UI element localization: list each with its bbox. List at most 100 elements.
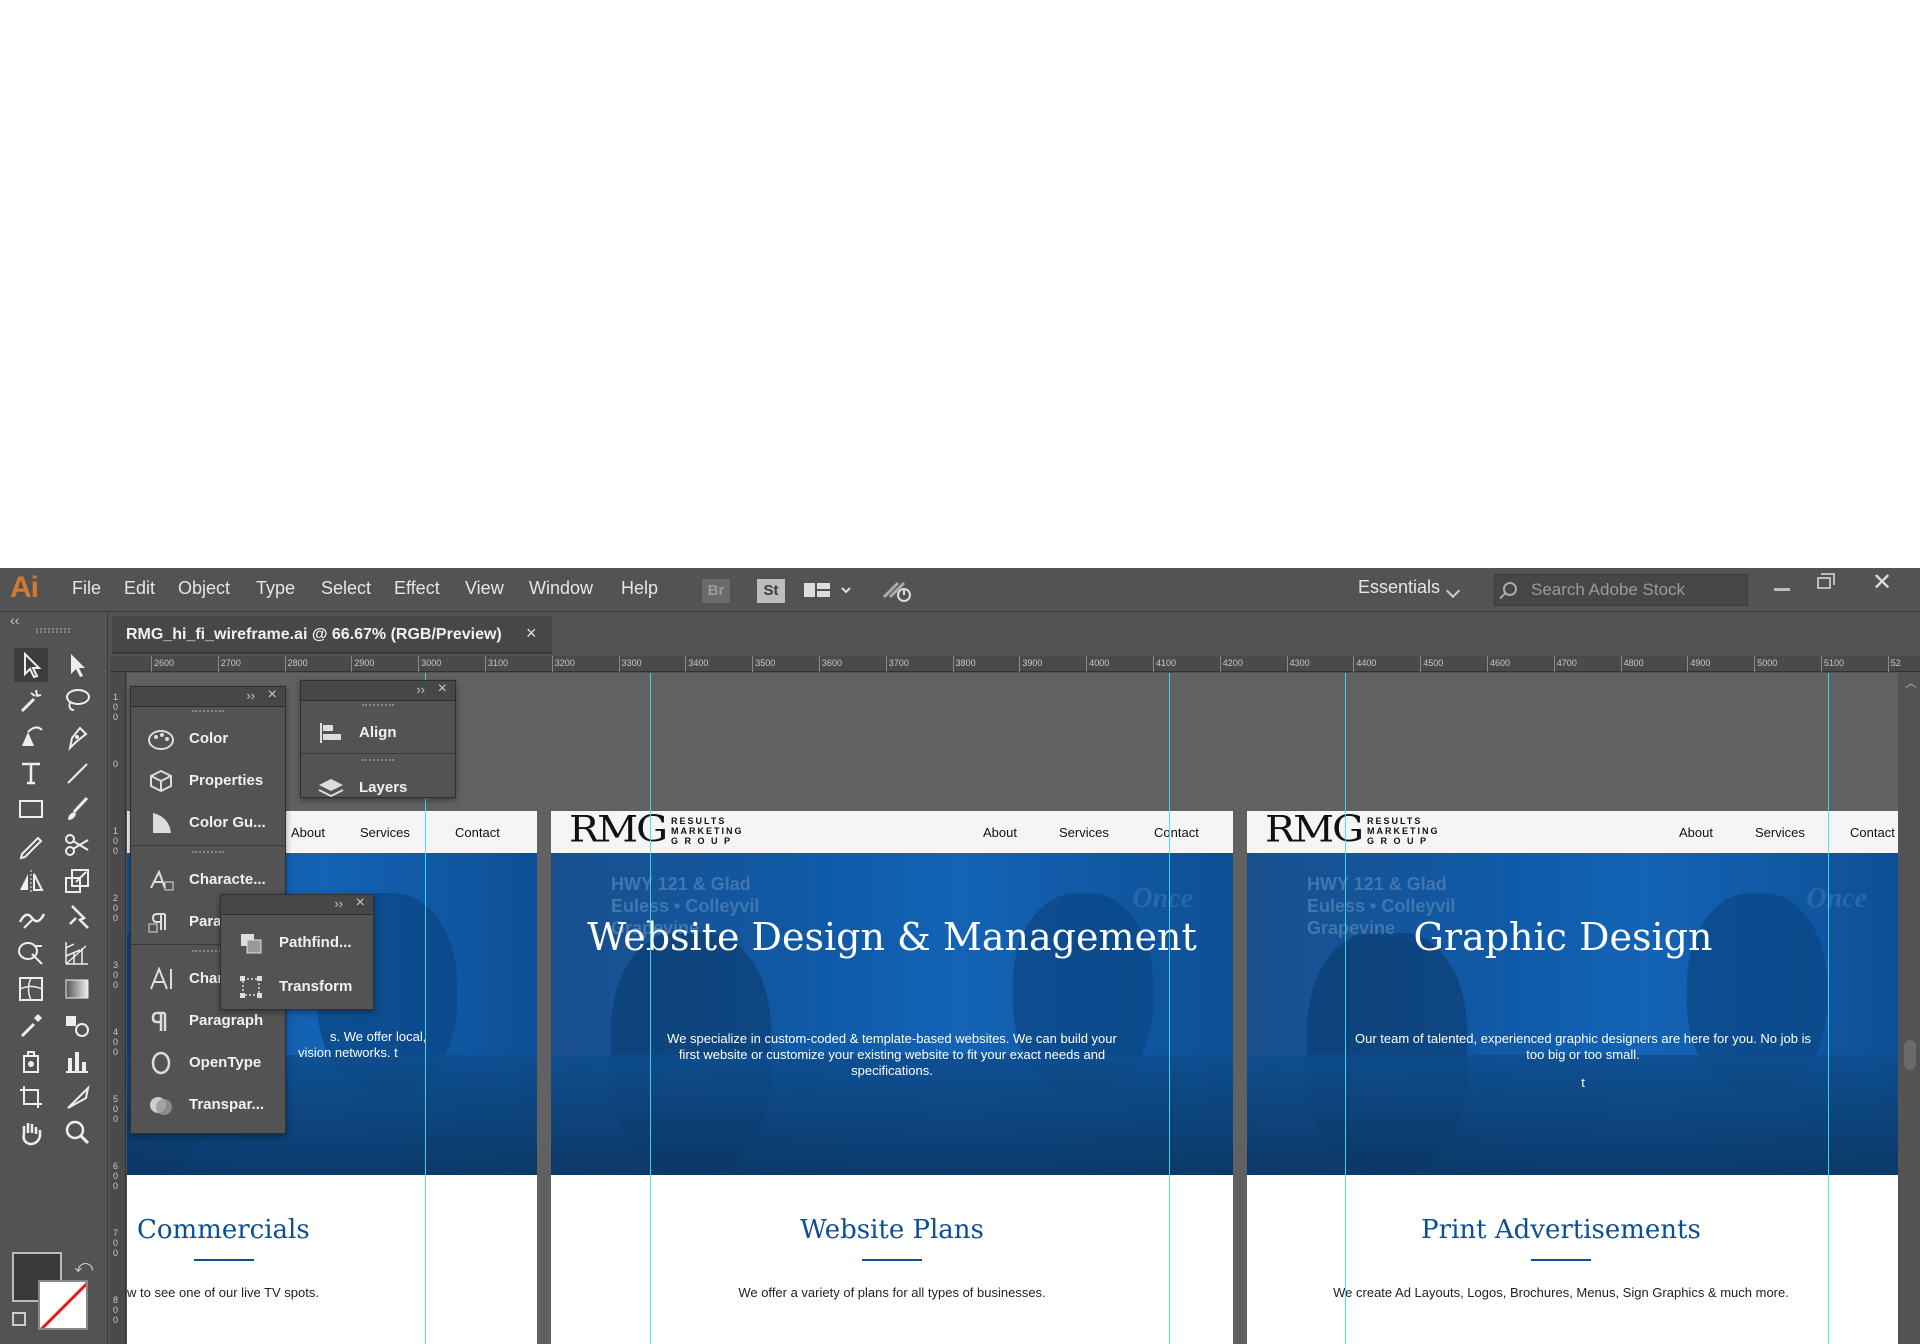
- hero-text-line1: s. We offer local,: [330, 1029, 427, 1044]
- workspace-switcher[interactable]: Essentials: [1358, 577, 1440, 598]
- panel-header[interactable]: ›› ×: [301, 680, 455, 701]
- menu-file[interactable]: File: [72, 578, 101, 599]
- panel-grip[interactable]: [36, 628, 70, 633]
- ruler-tick-label: 3600: [818, 656, 843, 672]
- ruler-tick-label: 3300: [618, 656, 642, 672]
- panel-header[interactable]: ›› ×: [221, 894, 373, 915]
- vertical-scrollbar[interactable]: ︿: [1900, 672, 1920, 1344]
- stroke-color-swatch[interactable]: [38, 1280, 88, 1330]
- gradient-tool-icon[interactable]: [60, 972, 94, 1006]
- selection-tool-icon[interactable]: [14, 648, 48, 682]
- ruler-tick-label: 52: [1887, 656, 1901, 672]
- gpu-performance-icon[interactable]: [880, 579, 914, 603]
- document-tab[interactable]: RMG_hi_fi_wireframe.ai @ 66.67% (RGB/Pre…: [112, 616, 552, 654]
- panel-color[interactable]: Color: [131, 717, 285, 759]
- chevron-down-icon[interactable]: [1445, 583, 1461, 599]
- close-window-button[interactable]: ✕: [1862, 571, 1902, 600]
- symbol-sprayer-tool-icon[interactable]: [14, 1044, 48, 1078]
- scissors-tool-icon[interactable]: [60, 828, 94, 862]
- menu-select[interactable]: Select: [321, 578, 371, 599]
- lasso-tool-icon[interactable]: [60, 684, 94, 718]
- ruler-tick-label: 500: [113, 1094, 119, 1124]
- panel-opentype[interactable]: OpenType: [131, 1041, 285, 1083]
- perspective-grid-tool-icon[interactable]: [60, 936, 94, 970]
- section-text: We offer a variety of plans for all type…: [738, 1285, 1046, 1300]
- reflect-tool-icon[interactable]: [14, 864, 48, 898]
- nav-contact: Contact: [1850, 825, 1895, 840]
- swap-fill-stroke-icon[interactable]: ⤺: [74, 1256, 93, 1277]
- ruler-tick-label: 4400: [1353, 656, 1377, 672]
- section-text: We create Ad Layouts, Logos, Brochures, …: [1333, 1285, 1789, 1300]
- magic-wand-tool-icon[interactable]: [14, 684, 48, 718]
- scroll-up-icon[interactable]: ︿: [1905, 674, 1917, 691]
- hero-title: Graphic Design: [1413, 915, 1713, 959]
- menu-type[interactable]: Type: [256, 578, 295, 599]
- artboard-tool-icon[interactable]: [14, 1080, 48, 1114]
- menu-view[interactable]: View: [465, 578, 504, 599]
- scale-tool-icon[interactable]: [60, 864, 94, 898]
- panel-color-guide[interactable]: Color Gu...: [131, 801, 285, 843]
- zoom-tool-icon[interactable]: [60, 1116, 94, 1150]
- close-panel-icon[interactable]: ×: [438, 680, 447, 698]
- menu-window[interactable]: Window: [529, 578, 593, 599]
- rectangle-tool-icon[interactable]: [14, 792, 48, 826]
- menu-object[interactable]: Object: [178, 578, 230, 599]
- scroll-thumb[interactable]: [1904, 1040, 1916, 1070]
- ruler-tick-label: 3500: [752, 656, 776, 672]
- panel-header[interactable]: ›› ×: [131, 686, 285, 707]
- panel-group-pathfinder: ›› × Pathfind... Transform: [220, 894, 374, 1010]
- ruler-tick-label: 3800: [952, 656, 976, 672]
- close-document-icon[interactable]: ×: [526, 623, 537, 644]
- hand-tool-icon[interactable]: [14, 1116, 48, 1150]
- panel-transform[interactable]: Transform: [221, 965, 373, 1005]
- menu-edit[interactable]: Edit: [124, 578, 155, 599]
- guide-line: [1828, 673, 1829, 1344]
- artboard-website-design[interactable]: RMG RESULTS MARKETING G R O U P About Se…: [551, 811, 1233, 1344]
- puppet-warp-tool-icon[interactable]: [60, 900, 94, 934]
- nav-about: About: [291, 825, 325, 840]
- warp-tool-icon[interactable]: [14, 900, 48, 934]
- color-palette-icon: [148, 730, 174, 750]
- curvature-tool-icon[interactable]: [14, 720, 48, 754]
- vertical-ruler[interactable]: 100 0 100 200 300 400 500 600 700 800: [110, 672, 126, 1344]
- shape-builder-tool-icon[interactable]: [14, 936, 48, 970]
- panel-layers[interactable]: Layers: [301, 766, 455, 806]
- bridge-icon[interactable]: Br: [702, 579, 730, 603]
- section-underline: [1531, 1259, 1591, 1261]
- guide-line: [1169, 673, 1170, 1344]
- collapse-panel-icon[interactable]: ‹‹: [10, 612, 19, 628]
- stock-icon[interactable]: St: [757, 579, 785, 603]
- line-tool-icon[interactable]: [60, 756, 94, 790]
- search-input[interactable]: [1531, 579, 1741, 601]
- ruler-tick-label: 200: [113, 893, 119, 923]
- arrange-documents-icon[interactable]: [804, 579, 854, 603]
- horizontal-ruler[interactable]: 2600 2700 2800 2900 3000 3100 3200 3300 3400 3500…: [110, 656, 1920, 672]
- panel-pathfinder[interactable]: Pathfind...: [221, 921, 373, 965]
- default-fill-stroke-icon[interactable]: [12, 1312, 26, 1326]
- type-tool-icon[interactable]: [14, 756, 48, 790]
- paragraph-icon: [151, 1011, 167, 1031]
- column-graph-tool-icon[interactable]: [60, 1044, 94, 1078]
- panel-properties[interactable]: Properties: [131, 759, 285, 801]
- minimize-button[interactable]: [1762, 572, 1802, 600]
- menu-effect[interactable]: Effect: [394, 578, 440, 599]
- blend-tool-icon[interactable]: [60, 1008, 94, 1042]
- pencil-tool-icon[interactable]: [14, 828, 48, 862]
- section-text: w to see one of our live TV spots.: [127, 1285, 319, 1300]
- panel-transparency[interactable]: Transpar...: [131, 1083, 285, 1125]
- slice-tool-icon[interactable]: [60, 1080, 94, 1114]
- search-adobe-stock[interactable]: [1494, 574, 1748, 606]
- menu-help[interactable]: Help: [621, 578, 658, 599]
- ruler-tick-label: 5100: [1820, 656, 1845, 672]
- mesh-tool-icon[interactable]: [14, 972, 48, 1006]
- direct-selection-tool-icon[interactable]: [60, 648, 94, 682]
- close-panel-icon[interactable]: ×: [268, 686, 277, 704]
- eyedropper-tool-icon[interactable]: [14, 1008, 48, 1042]
- ruler-tick-label: 700: [113, 1228, 119, 1258]
- restore-button[interactable]: [1804, 572, 1844, 600]
- pen-tool-icon[interactable]: [60, 720, 94, 754]
- close-panel-icon[interactable]: ×: [356, 894, 365, 912]
- hero-title: Website Design & Management: [587, 915, 1197, 959]
- panel-align[interactable]: Align: [301, 711, 455, 751]
- paintbrush-tool-icon[interactable]: [60, 792, 94, 826]
